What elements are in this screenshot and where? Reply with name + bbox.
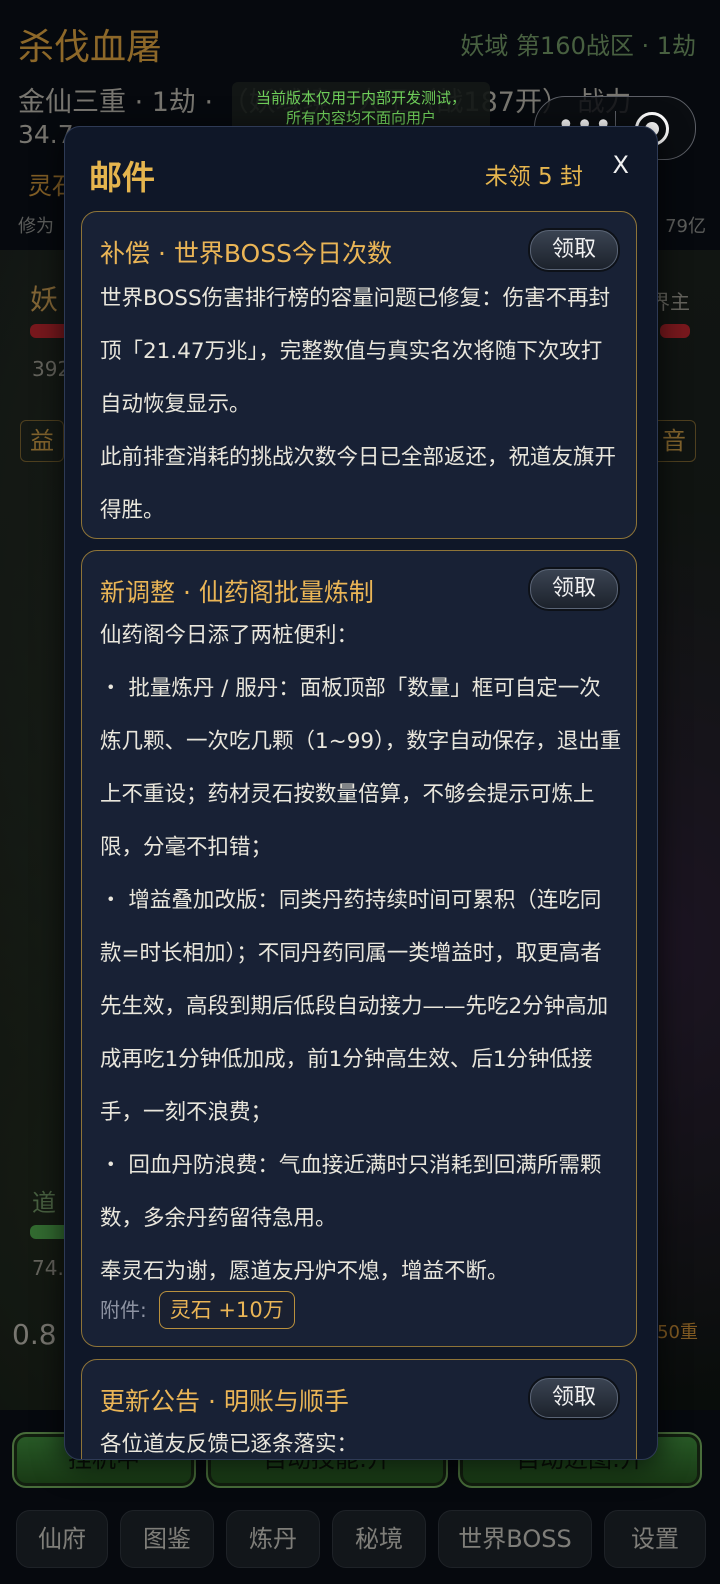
attachment-row: 附件: 灵石 +10万 xyxy=(100,1291,295,1329)
claim-button[interactable]: 领取 xyxy=(530,569,618,609)
claim-button[interactable]: 领取 xyxy=(530,230,618,270)
mail-paragraph: ・ 批量炼丹 / 服丹：面板顶部「数量」框可自定一次炼几颗、一次吃几颗（1~99… xyxy=(100,676,622,860)
dev-notice-line1: 当前版本仅用于内部开发测试， xyxy=(255,89,466,107)
dev-notice-line2: 所有内容均不面向用户 xyxy=(285,109,436,127)
unread-count: 未领 5 封 xyxy=(484,164,583,190)
mail-paragraph: 各位道友反馈已逐条落实： xyxy=(100,1432,359,1457)
mail-paragraph: ・ 增益叠加改版：同类丹药持续时间可累积（连吃同款=时长相加）；不同丹药同属一类… xyxy=(100,888,609,1125)
mail-paragraph: 世界BOSS伤害排行榜的容量问题已修复：伤害不再封顶「21.47万兆」，完整数值… xyxy=(100,286,611,417)
attachment-label: 附件: xyxy=(100,1298,147,1322)
mail-modal: 邮件 未领 5 封 X 补偿 · 世界BOSS今日次数 领取 世界BOSS伤害排… xyxy=(64,126,658,1460)
mail-card-title: 更新公告 · 明账与顺手 xyxy=(100,1387,349,1416)
claim-button[interactable]: 领取 xyxy=(530,1378,618,1418)
mail-title: 邮件 xyxy=(89,158,155,197)
close-button[interactable]: X xyxy=(613,151,629,179)
mail-card-body: 世界BOSS伤害排行榜的容量问题已修复：伤害不再封顶「21.47万兆」，完整数值… xyxy=(100,272,622,537)
mail-card-title: 新调整 · 仙药阁批量炼制 xyxy=(100,578,374,607)
mail-card: 新调整 · 仙药阁批量炼制 领取 仙药阁今日添了两桩便利： ・ 批量炼丹 / 服… xyxy=(81,550,637,1347)
mail-paragraph: 此前排查消耗的挑战次数今日已全部返还，祝道友旗开得胜。 xyxy=(100,445,617,523)
mail-card: 更新公告 · 明账与顺手 领取 各位道友反馈已逐条落实： xyxy=(81,1359,637,1459)
mail-card-body: 仙药阁今日添了两桩便利： ・ 批量炼丹 / 服丹：面板顶部「数量」框可自定一次炼… xyxy=(100,609,622,1298)
mail-paragraph: 仙药阁今日添了两桩便利： xyxy=(100,623,359,648)
attachment-badge: 灵石 +10万 xyxy=(158,1291,295,1329)
mail-card: 补偿 · 世界BOSS今日次数 领取 世界BOSS伤害排行榜的容量问题已修复：伤… xyxy=(81,211,637,539)
mail-paragraph: ・ 回血丹防浪费：气血接近满时只消耗到回满所需颗数，多余丹药留待急用。 xyxy=(100,1153,602,1231)
mail-card-body: 各位道友反馈已逐条落实： xyxy=(100,1418,622,1459)
mail-card-title: 补偿 · 世界BOSS今日次数 xyxy=(100,239,392,268)
